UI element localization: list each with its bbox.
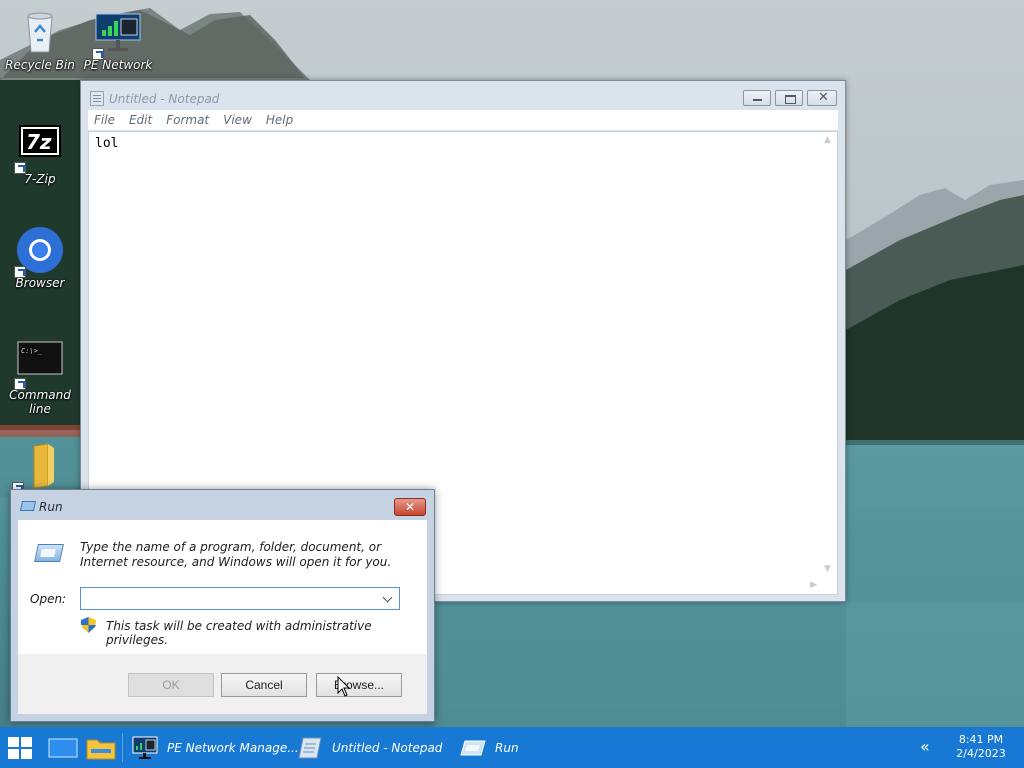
windows-logo-icon	[8, 737, 32, 759]
clock-date: 2/4/2023	[956, 747, 1006, 760]
run-icon	[19, 501, 37, 511]
admin-privileges-note: This task will be created with administr…	[106, 619, 372, 647]
menu-edit[interactable]: Edit	[129, 113, 152, 127]
browser-icon	[14, 226, 64, 278]
taskbar-task-run[interactable]: Run	[460, 727, 519, 768]
task-label: Run	[495, 740, 519, 755]
notepad-content: lol	[95, 136, 119, 151]
run-program-icon	[34, 544, 64, 562]
desktop-icon-pe-network[interactable]: PE Network Manager	[80, 8, 156, 72]
task-label: Untitled - Notepad	[332, 740, 443, 755]
menu-format[interactable]: Format	[166, 113, 209, 127]
notepad-icon	[90, 91, 104, 106]
run-body: Type the name of a program, folder, docu…	[18, 520, 427, 654]
run-dialog[interactable]: Run ✕ Type the name of a program, folder…	[10, 489, 435, 722]
command-line-icon: C:\>_	[14, 338, 64, 390]
show-hidden-icons-chevron-icon[interactable]: «	[920, 737, 930, 756]
svg-text:7z: 7z	[26, 130, 52, 154]
task-label: PE Network Manage...	[167, 740, 299, 755]
uac-shield-icon	[81, 617, 96, 633]
taskbar: PE Network Manage... Untitled - Notepad …	[0, 727, 1024, 768]
start-button[interactable]	[0, 727, 40, 768]
run-icon	[460, 736, 486, 760]
desktop-icon-label: Browser	[15, 276, 65, 290]
shortcut-arrow-icon	[14, 266, 26, 278]
shortcut-arrow-icon	[92, 48, 104, 60]
desktop-icon-recycle-bin[interactable]: Recycle Bin	[2, 8, 78, 72]
open-input[interactable]	[81, 588, 379, 609]
clock-time: 8:41 PM	[958, 733, 1004, 746]
scroll-up-icon[interactable]: ▲	[824, 135, 831, 145]
desktop-icon-folder[interactable]	[0, 442, 76, 494]
maximize-button[interactable]	[775, 90, 803, 106]
menu-bar: File Edit Format View Help	[88, 110, 838, 130]
desktop-icon-7zip[interactable]: 7z 7-Zip	[2, 122, 78, 186]
taskbar-task-notepad[interactable]: Untitled - Notepad	[297, 727, 442, 768]
minimize-button[interactable]	[743, 90, 771, 106]
notepad-icon	[297, 736, 323, 760]
window-title: Untitled - Notepad	[109, 92, 220, 106]
desktop-icon-label: 7-Zip	[24, 172, 56, 186]
desktop-icon-label: Recycle Bin	[5, 58, 75, 72]
pe-network-icon	[132, 736, 158, 760]
vertical-scrollbar[interactable]: ▲ ▼	[820, 132, 837, 577]
taskbar-divider	[122, 733, 123, 762]
browse-button[interactable]: Browse...	[316, 673, 402, 697]
desktop-icon-label: Command line	[9, 388, 71, 416]
cancel-button[interactable]: Cancel	[221, 673, 307, 697]
close-icon: ✕	[818, 90, 829, 105]
folder-icon	[86, 739, 116, 760]
menu-help[interactable]: Help	[266, 113, 293, 127]
mouse-cursor-icon	[337, 676, 351, 697]
run-titlebar[interactable]: Run ✕	[11, 490, 434, 520]
open-label: Open:	[30, 592, 67, 606]
close-icon: ✕	[404, 500, 416, 514]
shortcut-arrow-icon	[14, 378, 26, 390]
scroll-right-icon[interactable]: ▶	[810, 580, 817, 590]
desktop-icon-command-line[interactable]: C:\>_ Command line	[2, 338, 78, 416]
close-button[interactable]: ✕	[394, 498, 426, 516]
svg-text:C:\>_: C:\>_	[21, 347, 43, 355]
system-clock[interactable]: 8:41 PM 2/4/2023	[950, 733, 1012, 761]
desktop-icon-browser[interactable]: Browser	[2, 226, 78, 290]
taskbar-pin-desktop[interactable]	[44, 727, 82, 768]
close-button[interactable]: ✕	[807, 90, 837, 106]
desktop-icon-label: PE Network Manager	[83, 58, 153, 72]
folder-icon	[12, 442, 62, 494]
run-footer: OK Cancel Browse...	[18, 654, 427, 714]
pe-network-icon	[92, 8, 142, 60]
dialog-title: Run	[39, 500, 63, 514]
ok-button[interactable]: OK	[128, 673, 214, 697]
shortcut-arrow-icon	[14, 162, 26, 174]
menu-view[interactable]: View	[223, 113, 252, 127]
open-combobox[interactable]	[80, 587, 400, 610]
recycle-bin-icon	[16, 8, 64, 56]
menu-file[interactable]: File	[94, 113, 115, 127]
scroll-down-icon[interactable]: ▼	[824, 564, 831, 574]
taskbar-task-pe-network[interactable]: PE Network Manage...	[132, 727, 299, 768]
run-description: Type the name of a program, folder, docu…	[80, 540, 392, 569]
taskbar-pin-explorer[interactable]	[82, 727, 120, 768]
7zip-icon: 7z	[14, 122, 64, 174]
desktop-icon	[48, 738, 78, 758]
notepad-titlebar[interactable]: Untitled - Notepad ✕	[81, 81, 845, 111]
chevron-down-icon[interactable]	[379, 588, 399, 609]
